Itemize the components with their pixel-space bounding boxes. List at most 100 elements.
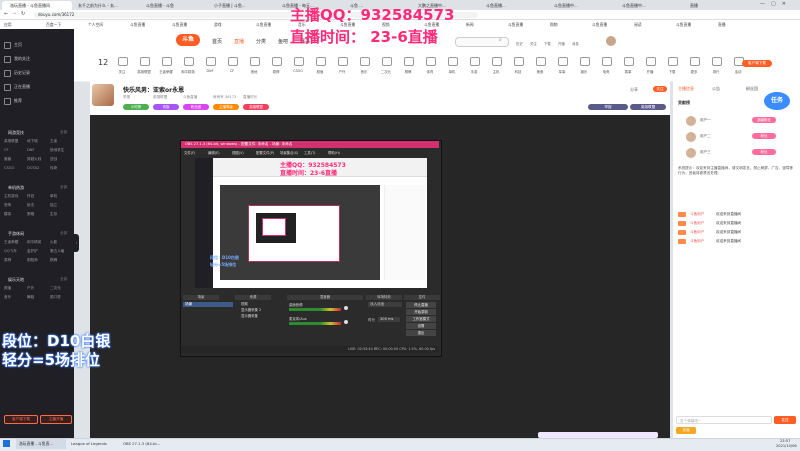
download-client-button[interactable]: 客户端下载 (4, 415, 38, 424)
category-icon[interactable] (294, 57, 304, 66)
bookmark-item[interactable]: 斗鱼直播 (508, 22, 523, 28)
share-button[interactable]: 分享 (630, 87, 638, 93)
sidebar-category[interactable]: 阴阳师 (27, 258, 38, 263)
header-icon[interactable]: 消息 (572, 41, 579, 46)
category-item[interactable]: 棋牌 (398, 69, 418, 74)
sidebar-category[interactable]: 火影 (50, 240, 57, 245)
category-item[interactable]: 和平精英 (178, 69, 198, 74)
category-icon[interactable] (360, 57, 370, 66)
sidebar-category[interactable]: CF (4, 148, 9, 152)
category-item[interactable]: 王者荣耀 (156, 69, 176, 74)
obs-menu-item[interactable]: 场景集合(S) (280, 150, 298, 155)
sidebar-category[interactable]: 棋牌 (50, 258, 57, 263)
sidebar-item[interactable]: 历史记录 (14, 70, 30, 76)
recharge-button[interactable]: 充值 (676, 427, 696, 434)
category-icon[interactable] (492, 57, 502, 66)
sidebar-category[interactable]: 射击 (27, 203, 34, 208)
follow-button[interactable]: 关注 (653, 86, 667, 92)
chat-tab[interactable]: 公告 (712, 86, 720, 92)
room-meta-item[interactable]: 直播时长 (243, 95, 257, 100)
category-icon[interactable] (338, 57, 348, 66)
room-meta-item[interactable]: 房间号 36172 (213, 95, 236, 100)
browser-tab[interactable]: 小子直播 | 斗鱼... (206, 1, 272, 10)
duration-input[interactable]: 300 ms (378, 317, 400, 322)
taskbar-item[interactable]: League of Legends (68, 439, 118, 449)
header-icon[interactable]: 下载 (544, 41, 551, 46)
pc-client-button[interactable]: 客户端下载 (742, 60, 772, 67)
chat-tab[interactable]: 粉丝团 (746, 86, 758, 92)
sidebar-category[interactable]: CSGO (4, 166, 14, 170)
room-meta-item[interactable]: 英雄联盟 (153, 95, 167, 100)
category-item[interactable]: 英雄联盟 (134, 69, 154, 74)
category-icon[interactable] (382, 57, 392, 66)
category-item[interactable]: CF (222, 69, 242, 73)
category-item[interactable]: 活动 (728, 69, 748, 74)
sidebar-category[interactable]: 户外 (27, 286, 34, 291)
category-item[interactable]: 更多 (684, 69, 704, 74)
obs-scene-item[interactable]: 场景 (183, 302, 233, 307)
sidebar-category[interactable]: 主机游戏 (4, 194, 18, 199)
bookmark-item[interactable]: 直播 (718, 22, 726, 28)
sidebar-category[interactable]: 脱口秀 (50, 295, 61, 300)
category-item[interactable]: 科技 (508, 69, 528, 74)
category-item[interactable]: CSGO (288, 69, 308, 73)
category-icon[interactable] (404, 57, 414, 66)
obs-menu-item[interactable]: 帮助(H) (328, 150, 340, 155)
category-icon[interactable] (580, 57, 590, 66)
browser-tab[interactable]: 直播 (682, 1, 748, 10)
bookmark-item[interactable]: 斗鱼直播 (130, 22, 145, 28)
logo[interactable]: 斗鱼 (176, 34, 200, 46)
browser-tab[interactable]: 洛玩直播 - 斗鱼直播间 (2, 1, 72, 10)
room-tag[interactable]: 贵族 (153, 104, 179, 110)
category-icon[interactable] (162, 57, 172, 66)
category-item[interactable]: 音乐 (354, 69, 374, 74)
obs-control-button[interactable]: 停止直播 (406, 302, 436, 308)
sidebar-section-more[interactable]: 全部 (60, 185, 67, 190)
fan-avatar[interactable] (686, 132, 696, 142)
category-icon[interactable] (624, 57, 634, 66)
category-item[interactable]: 排行 (706, 69, 726, 74)
category-item[interactable]: 单机 (442, 69, 462, 74)
category-icon[interactable] (668, 57, 678, 66)
sidebar-item[interactable]: 主页 (14, 42, 22, 48)
sidebar-category[interactable]: 地下城 (27, 139, 38, 144)
bookmark-item[interactable]: 斗鱼直播 (676, 22, 691, 28)
obs-control-button[interactable]: 设置 (406, 323, 436, 329)
category-item[interactable]: 主机 (486, 69, 506, 74)
category-item[interactable]: DNF (200, 69, 220, 73)
category-icon[interactable] (272, 57, 282, 66)
nav-item[interactable]: 首页 (212, 38, 222, 45)
transition-select[interactable]: 淡入淡出 (368, 302, 402, 307)
sidebar-section-more[interactable]: 全部 (60, 130, 67, 135)
sidebar-category[interactable]: 传奇 (50, 166, 57, 171)
category-item[interactable]: 下载 (662, 69, 682, 74)
bookmark-item[interactable]: 斗鱼直播 (256, 22, 271, 28)
reload-icon[interactable]: ↻ (21, 11, 25, 17)
chat-user[interactable]: 斗鱼用户 (690, 221, 704, 226)
nav-item[interactable]: 鱼吧 (278, 38, 288, 45)
sidebar-category[interactable]: 原神 (4, 258, 11, 263)
bookmark-item[interactable]: 新闻 (466, 22, 474, 28)
obs-source-item[interactable]: 显示器采集 (237, 314, 283, 319)
chat-input[interactable]: 发个弹幕呗~ (676, 416, 772, 424)
sidebar-category[interactable]: DOTA2 (27, 166, 39, 170)
room-meta-item[interactable]: 斗鱼直播 (183, 95, 197, 100)
category-item[interactable]: 体育 (420, 69, 440, 74)
volume-icon[interactable] (344, 320, 348, 324)
fan-avatar[interactable] (686, 148, 696, 158)
category-item[interactable]: 二次元 (376, 69, 396, 74)
room-meta-item[interactable]: 举报 (123, 95, 130, 100)
sidebar-category[interactable]: 二次元 (50, 286, 61, 291)
sidebar-category[interactable]: 和平精英 (27, 240, 41, 245)
category-item[interactable]: 手游 (464, 69, 484, 74)
room-tag[interactable]: 粉丝团 (183, 104, 209, 110)
sidebar-category[interactable]: 舞蹈 (27, 295, 34, 300)
category-icon[interactable] (140, 57, 150, 66)
obs-source-item[interactable]: 视频 (237, 302, 283, 307)
obs-menu-item[interactable]: 编辑(E) (208, 150, 220, 155)
sidebar-category[interactable]: 音乐 (4, 295, 11, 300)
chat-user[interactable]: 斗鱼用户 (690, 239, 704, 244)
category-icon[interactable] (118, 57, 128, 66)
category-chip[interactable]: 英雄联盟 (630, 104, 666, 110)
sidebar-item[interactable]: 我的关注 (14, 56, 30, 62)
